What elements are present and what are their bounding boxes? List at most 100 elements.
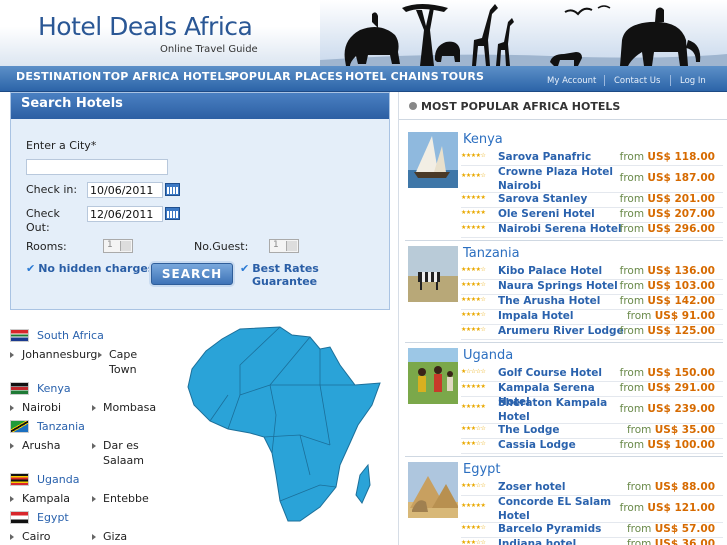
city-link-cairo[interactable]: Cairo	[22, 529, 51, 544]
hotel-name-link[interactable]: Kibo Palace Hotel	[498, 264, 628, 278]
hotel-name-link[interactable]: Naura Springs Hotel	[498, 279, 628, 293]
price-from-label: from	[626, 424, 652, 436]
price-amount: US$ 291.00	[647, 382, 715, 394]
kenya-flag-icon	[10, 382, 29, 395]
popular-country-heading[interactable]: Uganda	[463, 348, 513, 363]
calendar-icon[interactable]	[165, 183, 180, 196]
star-rating-icon: ★★★☆☆	[461, 482, 486, 489]
bullet-icon	[10, 496, 14, 502]
city-link-arusha[interactable]: Arusha	[22, 438, 60, 453]
hotel-name-link[interactable]: Sarova Stanley	[498, 192, 628, 206]
hotel-name-link[interactable]: Crowne Plaza Hotel Nairobi	[498, 165, 628, 193]
hotel-name-link[interactable]: Zoser hotel	[498, 480, 628, 494]
nav-tours[interactable]: TOURS	[441, 70, 484, 83]
kenya-dhow-photo[interactable]	[408, 132, 458, 188]
hotel-row: ★★★★★ Sarova Stanley from US$ 201.00	[461, 193, 721, 208]
tanzania-flag-icon	[10, 420, 29, 433]
hotel-name-link[interactable]: The Arusha Hotel	[498, 294, 628, 308]
tanzania-zebra-photo[interactable]	[408, 246, 458, 302]
country-link-egypt[interactable]: Egypt	[37, 511, 69, 524]
checkin-input[interactable]	[87, 182, 163, 198]
hotel-name-link[interactable]: Sarova Panafric	[498, 150, 628, 164]
egypt-pyramids-photo[interactable]	[408, 462, 458, 518]
wildlife-silhouette-banner	[320, 0, 727, 66]
country-link-kenya[interactable]: Kenya	[37, 382, 71, 395]
star-rating-icon: ★★★★★	[461, 403, 486, 410]
hotel-name-link[interactable]: The Lodge	[498, 423, 628, 437]
uganda-dancers-photo[interactable]	[408, 348, 458, 404]
price-amount: US$ 125.00	[647, 325, 715, 337]
hotel-price: from US$ 150.00	[620, 367, 715, 379]
city-link-dar-es-salaam[interactable]: Dar es Salaam	[103, 438, 153, 468]
city-link-cape-town[interactable]: Cape Town	[109, 347, 159, 377]
hotel-name-link[interactable]: Arumeru River Lodge	[498, 324, 628, 338]
nav-hotel-chains[interactable]: HOTEL CHAINS	[345, 70, 439, 83]
hotel-name-link[interactable]: Golf Course Hotel	[498, 366, 628, 380]
price-amount: US$ 103.00	[647, 280, 715, 292]
star-rating-icon: ★★★☆☆	[461, 440, 486, 447]
price-from-label: from	[619, 280, 645, 292]
city-link-mombasa[interactable]: Mombasa	[103, 400, 156, 415]
hotel-row: ★★★☆☆ Indiana hotel from US$ 36.00	[461, 538, 721, 545]
hotel-name-link[interactable]: Cassia Lodge	[498, 438, 628, 452]
bullet-icon	[92, 443, 96, 449]
guests-select[interactable]: 1	[269, 239, 299, 253]
log-in-link[interactable]: Log In	[680, 76, 706, 86]
site-logo[interactable]: Hotel Deals Africa	[38, 12, 253, 41]
no-hidden-charges-text: No hidden charges	[38, 262, 155, 275]
left-column: Search Hotels Enter a City* Check in: Ch…	[0, 92, 398, 545]
checkout-label-line1: Check	[26, 207, 60, 220]
guests-label: No.Guest:	[194, 240, 249, 253]
checkout-label-line2: Out:	[26, 221, 50, 234]
city-link-giza[interactable]: Giza	[103, 529, 127, 544]
bullet-icon	[10, 534, 14, 540]
star-rating-icon: ★★★☆☆	[461, 425, 486, 432]
africa-map[interactable]	[180, 325, 390, 525]
main-nav: DESTINATION TOP AFRICA HOTELS POPULAR PL…	[0, 66, 727, 92]
bullet-icon	[92, 534, 96, 540]
hotel-name-link[interactable]: Concorde EL Salam Hotel	[498, 495, 628, 523]
calendar-icon[interactable]	[165, 207, 180, 220]
nav-popular-places[interactable]: POPULAR PLACES	[231, 70, 343, 83]
search-button[interactable]: SEARCH	[151, 263, 233, 285]
popular-country-heading[interactable]: Kenya	[463, 132, 503, 147]
popular-country-heading[interactable]: Tanzania	[463, 246, 520, 261]
hotel-name-link[interactable]: Impala Hotel	[498, 309, 628, 323]
hotel-name-link[interactable]: Ole Sereni Hotel	[498, 207, 628, 221]
contact-us-link[interactable]: Contact Us	[614, 76, 660, 86]
price-from-label: from	[626, 523, 652, 535]
price-amount: US$ 88.00	[654, 481, 715, 493]
country-link-south-africa[interactable]: South Africa	[37, 329, 104, 342]
popular-hotels-title: MOST POPULAR AFRICA HOTELS	[399, 92, 727, 120]
city-link-nairobi[interactable]: Nairobi	[22, 400, 61, 415]
price-from-label: from	[619, 367, 645, 379]
my-account-link[interactable]: My Account	[547, 76, 596, 86]
city-input[interactable]	[26, 159, 168, 175]
hotel-price: from US$ 121.00	[620, 502, 715, 514]
country-link-uganda[interactable]: Uganda	[37, 473, 79, 486]
search-panel-title: Search Hotels	[11, 93, 389, 119]
country-link-tanzania[interactable]: Tanzania	[37, 420, 85, 433]
bullet-icon	[10, 352, 14, 358]
city-link-entebbe[interactable]: Entebbe	[103, 491, 149, 506]
price-from-label: from	[619, 502, 645, 514]
nav-divider	[604, 75, 605, 86]
rooms-select[interactable]: 1	[103, 239, 133, 253]
hotel-name-link[interactable]: Indiana hotel	[498, 537, 628, 545]
nav-top-africa-hotels[interactable]: TOP AFRICA HOTELS	[103, 70, 233, 83]
popular-country-heading[interactable]: Egypt	[463, 462, 501, 477]
star-rating-icon: ★★★★★	[461, 224, 486, 231]
price-from-label: from	[619, 223, 645, 235]
hotel-name-link[interactable]: Barcelo Pyramids	[498, 522, 628, 536]
bullet-icon	[92, 496, 96, 502]
hotel-name-link[interactable]: Nairobi Serena Hotel	[498, 222, 628, 236]
checkout-input[interactable]	[87, 206, 163, 222]
city-link-kampala[interactable]: Kampala	[22, 491, 70, 506]
hotel-name-link[interactable]: Sheraton Kampala Hotel	[498, 396, 628, 424]
star-rating-icon: ★★★☆☆	[461, 539, 486, 545]
city-link-johannesburg[interactable]: Johannesburg	[22, 347, 97, 362]
nav-destination[interactable]: DESTINATION	[16, 70, 101, 83]
bullet-icon	[10, 405, 14, 411]
hotel-row: ★★★★☆ Crowne Plaza Hotel Nairobi from US$ …	[461, 166, 721, 193]
price-amount: US$ 121.00	[647, 502, 715, 514]
